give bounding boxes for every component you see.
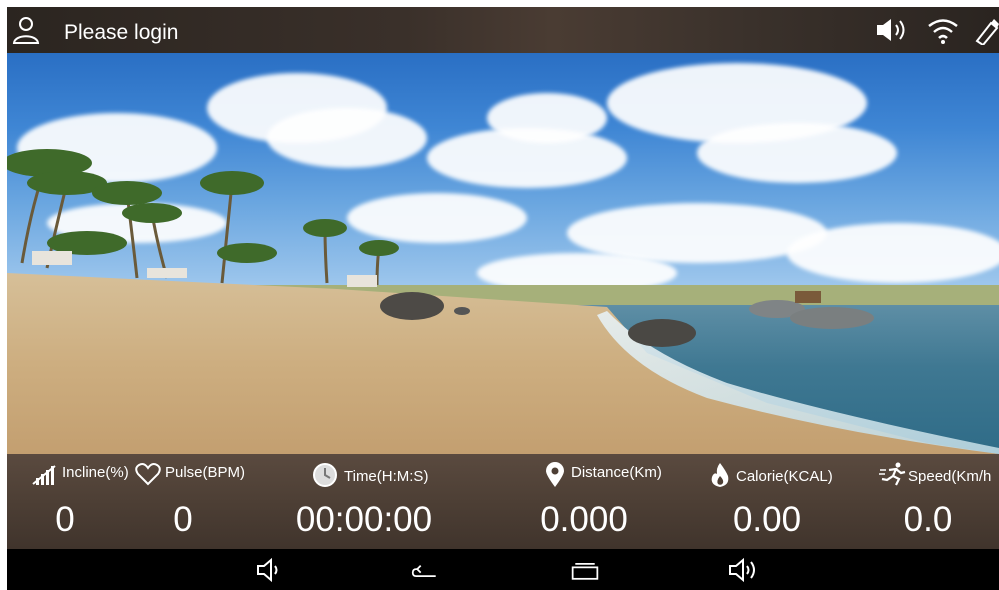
status-bar: Please login: [7, 7, 999, 53]
incline-label: Incline(%): [62, 464, 129, 481]
incline-value: 0: [55, 500, 75, 539]
time-label: Time(H:M:S): [344, 468, 429, 485]
pulse-label: Pulse(BPM): [165, 464, 246, 481]
beach: [7, 149, 999, 454]
volume-down-icon[interactable]: [255, 557, 285, 583]
calorie-value: 0.00: [732, 500, 802, 539]
clock-icon: [313, 463, 337, 487]
incline-icon: [32, 465, 56, 485]
usb-icon: [975, 19, 999, 45]
login-prompt[interactable]: Please login: [64, 21, 178, 45]
runner-icon: [879, 462, 906, 486]
time-value: 00:00:00: [295, 500, 433, 539]
speed-label: Speed(Km/h: [908, 468, 992, 485]
location-pin-icon: [546, 462, 564, 487]
system-nav-bar: [7, 549, 999, 590]
speed-value: 0.0: [903, 500, 953, 539]
volume-up-icon[interactable]: [727, 557, 763, 583]
pulse-value: 0: [173, 500, 193, 539]
wifi-icon[interactable]: [927, 17, 959, 45]
distance-label: Distance(Km): [571, 464, 662, 481]
back-icon[interactable]: [411, 557, 441, 583]
heart-icon: [135, 463, 161, 486]
beach-video-scene: [7, 53, 999, 454]
distance-value: 0.000: [540, 500, 628, 539]
user-icon[interactable]: [11, 15, 41, 45]
treadmill-screen: Please login Incline(%) 0 Pulse(BPM) 0 T…: [7, 7, 999, 590]
flame-icon: [711, 463, 729, 487]
workout-metrics-bar: Incline(%) 0 Pulse(BPM) 0 Time(H:M:S) 00…: [7, 454, 999, 549]
recent-apps-icon[interactable]: [570, 557, 600, 583]
calorie-label: Calorie(KCAL): [736, 468, 833, 485]
volume-icon[interactable]: [875, 17, 913, 43]
